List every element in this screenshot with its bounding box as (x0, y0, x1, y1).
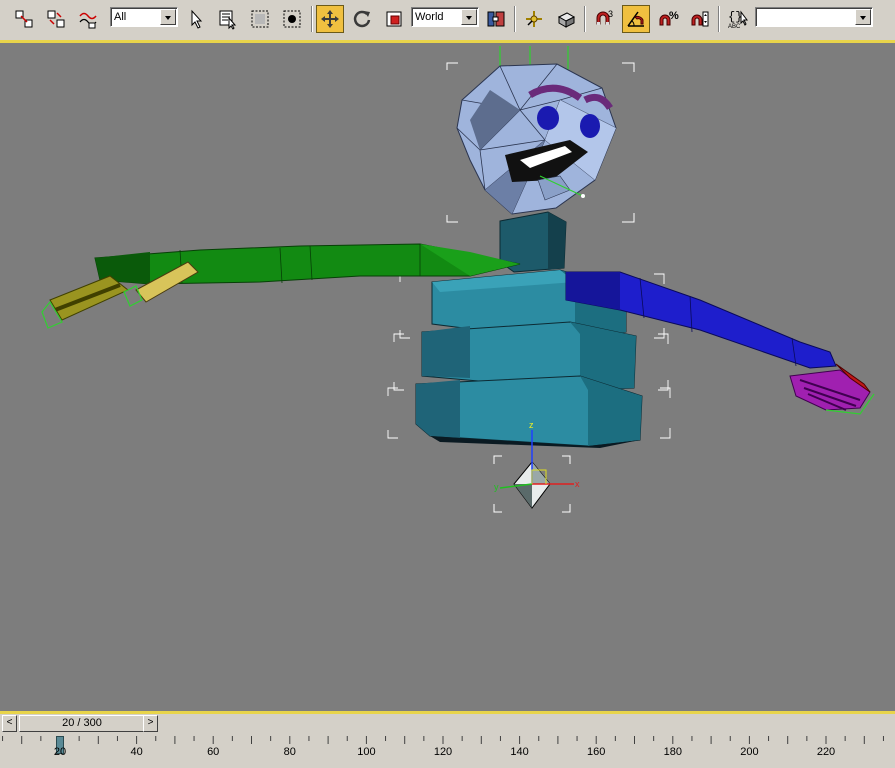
character-pelvis[interactable] (415, 375, 643, 448)
reference-coordinate-system-dropdown[interactable]: World (411, 7, 479, 27)
frame-ruler[interactable]: 20 40 60 80 100 120 140 160 180 200 220 (0, 734, 895, 768)
named-selection-sets-dropdown[interactable] (755, 7, 873, 27)
gizmo-z-axis-label: z (529, 420, 534, 430)
previous-frame-label: < (6, 717, 13, 728)
toolbar-separator (514, 6, 516, 32)
selection-filter-dropdown[interactable]: All (110, 7, 178, 27)
svg-text:{}: {} (728, 10, 742, 24)
ruler-label: 60 (207, 746, 220, 758)
percent-snap-icon: % (659, 10, 679, 26)
edit-named-selection-sets-button[interactable]: {} ABC (724, 5, 752, 33)
ruler-label: 220 (816, 746, 836, 758)
bind-to-space-warp-button[interactable] (74, 5, 102, 33)
3d-editor-window: All World 3 % {} ABC z x y < 20 / 300 > … (0, 0, 895, 768)
toolbar-separator (311, 6, 313, 32)
select-object-button[interactable] (182, 5, 210, 33)
rectangular-selection-region-button[interactable] (246, 5, 274, 33)
ruler-label: 200 (740, 746, 759, 758)
perspective-viewport[interactable]: z x y (0, 43, 895, 711)
unlink-selection-button[interactable] (42, 5, 70, 33)
ruler-label: 180 (663, 746, 682, 758)
percent-snap-button[interactable]: % (654, 5, 682, 33)
gizmo-x-axis-label: x (575, 479, 580, 489)
select-by-name-button[interactable] (214, 5, 242, 33)
percent-label: % (669, 10, 679, 22)
snap-dimension-label: 3 (608, 9, 613, 19)
rectangular-selection-region-icon (251, 10, 269, 28)
chevron-down-icon[interactable] (160, 9, 176, 25)
select-and-move-button[interactable] (316, 5, 344, 33)
select-and-rotate-icon (353, 10, 371, 28)
toolbar-separator (718, 6, 720, 32)
select-and-rotate-button[interactable] (348, 5, 376, 33)
frame-counter: 20 / 300 (62, 717, 102, 729)
window-crossing-icon (283, 10, 301, 28)
ruler-label: 160 (587, 746, 606, 758)
ruler-label: 20 (53, 746, 67, 758)
select-by-name-icon (219, 10, 237, 30)
snaps-toggle-button[interactable]: 3 (590, 5, 618, 33)
ruler-label: 40 (130, 746, 143, 758)
chevron-down-icon[interactable] (855, 9, 871, 25)
bind-to-space-warp-icon (79, 12, 97, 29)
time-slider[interactable]: < 20 / 300 > (2, 715, 893, 733)
angle-snap-toggle-button[interactable] (622, 5, 650, 33)
unlink-selection-icon (47, 10, 65, 28)
gizmo-y-axis-label: y (494, 482, 499, 492)
select-and-manipulate-icon (526, 11, 542, 27)
character-right-hand[interactable] (789, 363, 875, 415)
active-viewport-border-bottom (0, 711, 895, 714)
select-and-manipulate-button[interactable] (520, 5, 548, 33)
next-frame-button[interactable]: > (143, 715, 158, 732)
window-crossing-button[interactable] (278, 5, 306, 33)
viewport-scene[interactable]: z x y (0, 43, 895, 711)
time-slider-area: < 20 / 300 > 20 40 60 80 100 120 140 160… (0, 711, 895, 768)
keyboard-shortcut-override-icon (557, 12, 576, 28)
character-head[interactable] (456, 63, 617, 215)
spinner-snap-icon (691, 11, 709, 27)
angle-snap-toggle-icon (627, 11, 644, 27)
abc-label: ABC (728, 24, 741, 30)
snaps-toggle-icon: 3 (596, 9, 613, 25)
select-and-scale-icon (386, 11, 402, 27)
select-and-scale-button[interactable] (380, 5, 408, 33)
select-and-link-button[interactable] (10, 5, 38, 33)
ruler-label: 120 (433, 746, 453, 758)
ruler-label: 100 (357, 746, 376, 758)
use-pivot-center-icon (487, 11, 505, 27)
ruler-label: 80 (283, 746, 296, 758)
reference-coordinate-system-value: World (415, 11, 444, 23)
chevron-down-icon[interactable] (461, 9, 477, 25)
edit-named-selection-sets-icon: {} ABC (728, 10, 748, 30)
main-toolbar: All World 3 % {} ABC (0, 0, 895, 43)
use-pivot-center-button[interactable] (482, 5, 510, 33)
selection-filter-value: All (114, 11, 127, 23)
ruler-label: 140 (510, 746, 529, 758)
select-object-icon (191, 9, 203, 29)
select-and-link-icon (15, 10, 33, 28)
keyboard-shortcut-override-button[interactable] (552, 5, 580, 33)
toolbar-separator (584, 6, 586, 32)
previous-frame-button[interactable]: < (2, 715, 17, 732)
time-slider-thumb[interactable]: 20 / 300 (19, 715, 145, 732)
next-frame-label: > (147, 717, 154, 728)
spinner-snap-button[interactable] (686, 5, 714, 33)
select-and-move-icon (321, 10, 339, 28)
